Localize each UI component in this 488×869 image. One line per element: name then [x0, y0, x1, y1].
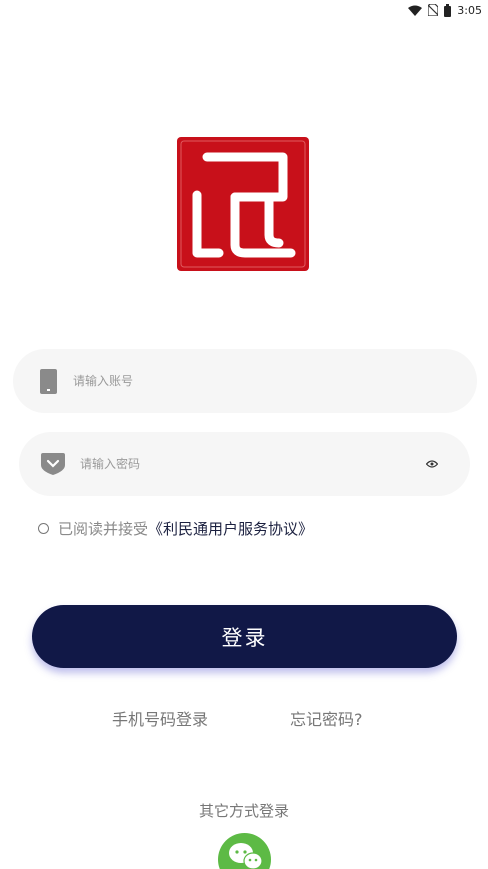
agreement-text: 已阅读并接受 — [58, 520, 149, 538]
account-input[interactable] — [71, 373, 435, 389]
phone-icon — [35, 368, 61, 394]
wifi-icon — [408, 5, 423, 16]
eye-icon[interactable] — [424, 456, 440, 472]
login-button[interactable]: 登录 — [32, 605, 457, 668]
shield-icon — [40, 451, 66, 477]
wechat-icon — [225, 833, 265, 869]
account-field[interactable] — [13, 349, 477, 413]
agreement-row: 已阅读并接受 《利民通用户服务协议》 — [38, 518, 313, 539]
wechat-login-button[interactable] — [218, 833, 271, 869]
phone-login-link[interactable]: 手机号码登录 — [112, 706, 208, 730]
agreement-link[interactable]: 《利民通用户服务协议》 — [148, 518, 313, 539]
status-bar: 3:05 — [408, 0, 482, 20]
app-logo — [175, 135, 311, 273]
battery-icon — [444, 3, 452, 17]
password-input[interactable] — [78, 456, 382, 472]
no-sim-icon — [428, 4, 439, 16]
status-time: 3:05 — [457, 3, 482, 17]
login-screen: 3:05 已阅读并接受 《利民通用户服务协 — [0, 0, 488, 869]
forgot-password-link[interactable]: 忘记密码? — [290, 706, 363, 730]
agreement-checkbox[interactable] — [38, 523, 49, 534]
other-login-title: 其它方式登录 — [198, 802, 289, 820]
password-field[interactable] — [19, 432, 470, 496]
